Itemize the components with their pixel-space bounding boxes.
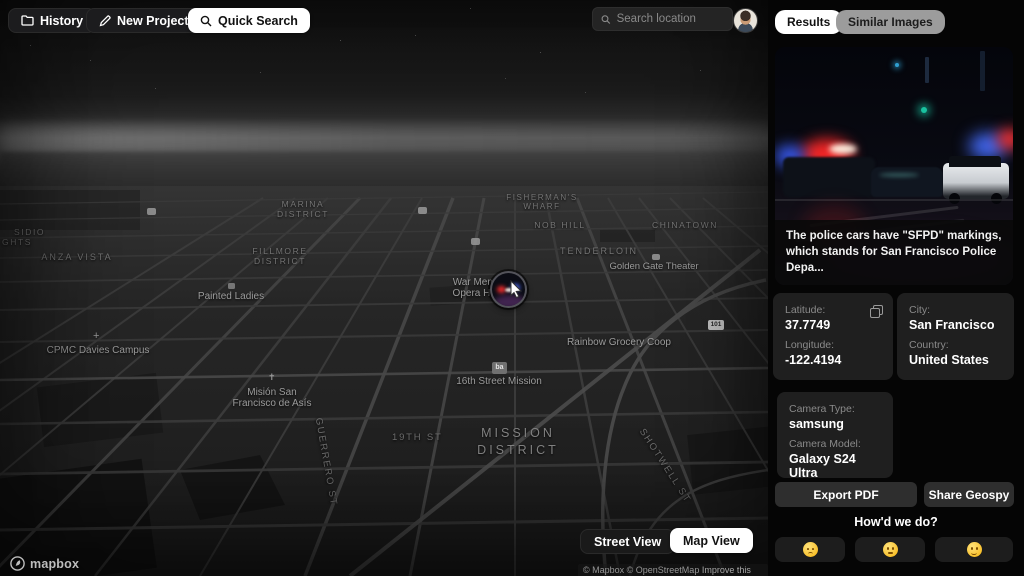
longitude-value: -122.4194 bbox=[785, 353, 881, 367]
export-pdf-label: Export PDF bbox=[813, 488, 878, 502]
tab-similar-images[interactable]: Similar Images bbox=[836, 10, 945, 34]
poi-icon bbox=[228, 283, 235, 289]
map-view-label: Map View bbox=[683, 534, 740, 548]
slightly-smiling-face-icon bbox=[883, 542, 898, 557]
location-search bbox=[592, 7, 733, 31]
history-button-label: History bbox=[40, 14, 83, 28]
tab-similar-images-label: Similar Images bbox=[848, 15, 933, 29]
map-label-mission-district: MISSIONDISTRICT bbox=[477, 426, 559, 460]
map-label-mision-san-francisco: Misión SanFrancisco de Asís bbox=[233, 387, 312, 409]
camera-type-value: samsung bbox=[789, 417, 881, 431]
search-icon bbox=[200, 15, 212, 27]
attribution-text: © Mapbox © OpenStreetMap bbox=[583, 565, 699, 575]
map-label-rainbow-grocery: Rainbow Grocery Coop bbox=[567, 337, 671, 348]
quick-search-button-label: Quick Search bbox=[218, 14, 298, 28]
history-button[interactable]: History bbox=[8, 8, 96, 33]
quick-search-button[interactable]: Quick Search bbox=[188, 8, 310, 33]
results-panel: Results Similar Images The police cars h… bbox=[768, 0, 1024, 576]
place-card: City: San Francisco Country: United Stat… bbox=[897, 293, 1014, 380]
tab-results[interactable]: Results bbox=[775, 10, 842, 34]
latitude-value: 37.7749 bbox=[785, 318, 881, 332]
map-view-button[interactable]: Map View bbox=[670, 528, 753, 553]
camera-type-label: Camera Type: bbox=[789, 403, 881, 415]
church-icon: ✝ bbox=[268, 372, 276, 383]
road-network bbox=[0, 170, 768, 576]
route-shield-icon bbox=[652, 254, 660, 260]
hospital-icon: + bbox=[93, 330, 99, 342]
copy-coordinates-icon[interactable] bbox=[870, 305, 883, 318]
latitude-label: Latitude: bbox=[785, 304, 881, 316]
map-label-cpmc-davies: CPMC Davies Campus bbox=[47, 345, 150, 356]
map-label-19th-st: 19TH ST bbox=[392, 432, 443, 443]
feedback-question: How'd we do? bbox=[768, 515, 1024, 529]
map-label-golden-gate-theater: Golden Gate Theater bbox=[609, 261, 698, 272]
new-project-button[interactable]: New Project bbox=[86, 8, 202, 33]
map-label-presidio-heights: SIDIO GHTS bbox=[14, 227, 45, 247]
coordinates-card: Latitude: 37.7749 Longitude: -122.4194 bbox=[773, 293, 893, 380]
tab-results-label: Results bbox=[787, 15, 830, 29]
search-location-input[interactable] bbox=[617, 13, 724, 25]
pencil-icon bbox=[99, 15, 111, 27]
mapbox-wordmark: mapbox bbox=[30, 557, 79, 571]
map-label-16th-street-mission: 16th Street Mission bbox=[456, 376, 542, 387]
result-caption: The police cars have "SFPD" markings, wh… bbox=[775, 220, 1013, 285]
route-shield-icon bbox=[471, 238, 480, 245]
share-geospy-label: Share Geospy bbox=[929, 488, 1010, 502]
geospy-app: SIDIO GHTS ANZA VISTA MARINADISTRICT FIS… bbox=[0, 0, 1024, 576]
folder-icon bbox=[21, 15, 34, 26]
camera-model-label: Camera Model: bbox=[789, 438, 881, 450]
map-label-fishermans-wharf: FISHERMAN'SWHARF bbox=[506, 193, 578, 211]
country-label: Country: bbox=[909, 339, 1002, 351]
route-shield-icon bbox=[418, 207, 427, 214]
camera-model-value: Galaxy S24 Ultra bbox=[789, 452, 881, 480]
map-label-chinatown: CHINATOWN bbox=[652, 220, 718, 230]
smiling-face-icon bbox=[967, 542, 982, 557]
mouse-cursor-icon bbox=[510, 280, 526, 298]
export-pdf-button[interactable]: Export PDF bbox=[775, 482, 917, 507]
mapbox-icon bbox=[10, 556, 25, 571]
longitude-label: Longitude: bbox=[785, 339, 881, 351]
feedback-sad-button[interactable] bbox=[775, 537, 845, 562]
mapbox-logo[interactable]: mapbox bbox=[10, 556, 79, 571]
search-icon bbox=[601, 14, 611, 25]
result-image-card[interactable]: The police cars have "SFPD" markings, wh… bbox=[775, 47, 1013, 285]
share-geospy-button[interactable]: Share Geospy bbox=[924, 482, 1014, 507]
map-label-anza-vista: ANZA VISTA bbox=[41, 252, 112, 262]
feedback-happy-button[interactable] bbox=[935, 537, 1013, 562]
map-label-painted-ladies: Painted Ladies bbox=[198, 291, 264, 302]
feedback-neutral-button[interactable] bbox=[855, 537, 925, 562]
new-project-button-label: New Project bbox=[117, 14, 189, 28]
pensive-face-icon bbox=[803, 542, 818, 557]
city-value: San Francisco bbox=[909, 318, 1002, 332]
route-shield-icon bbox=[147, 208, 156, 215]
map-label-nob-hill: NOB HILL bbox=[534, 220, 586, 230]
street-view-button[interactable]: Street View bbox=[580, 529, 675, 554]
map-label-fillmore-district: FILLMOREDISTRICT bbox=[252, 246, 307, 266]
bart-station-icon: ba bbox=[492, 362, 507, 374]
country-value: United States bbox=[909, 353, 1002, 367]
map-label-marina-district: MARINADISTRICT bbox=[277, 199, 329, 219]
map-canvas[interactable]: SIDIO GHTS ANZA VISTA MARINADISTRICT FIS… bbox=[0, 0, 768, 576]
user-avatar[interactable] bbox=[733, 8, 758, 33]
map-attribution: © Mapbox © OpenStreetMap Improve this ma… bbox=[578, 564, 768, 576]
city-label: City: bbox=[909, 304, 1002, 316]
route-101-shield: 101 bbox=[708, 320, 724, 330]
street-view-label: Street View bbox=[594, 535, 661, 549]
stars bbox=[0, 0, 1, 1]
map-label-tenderloin: TENDERLOIN bbox=[560, 246, 638, 256]
camera-card: Camera Type: samsung Camera Model: Galax… bbox=[777, 392, 893, 478]
